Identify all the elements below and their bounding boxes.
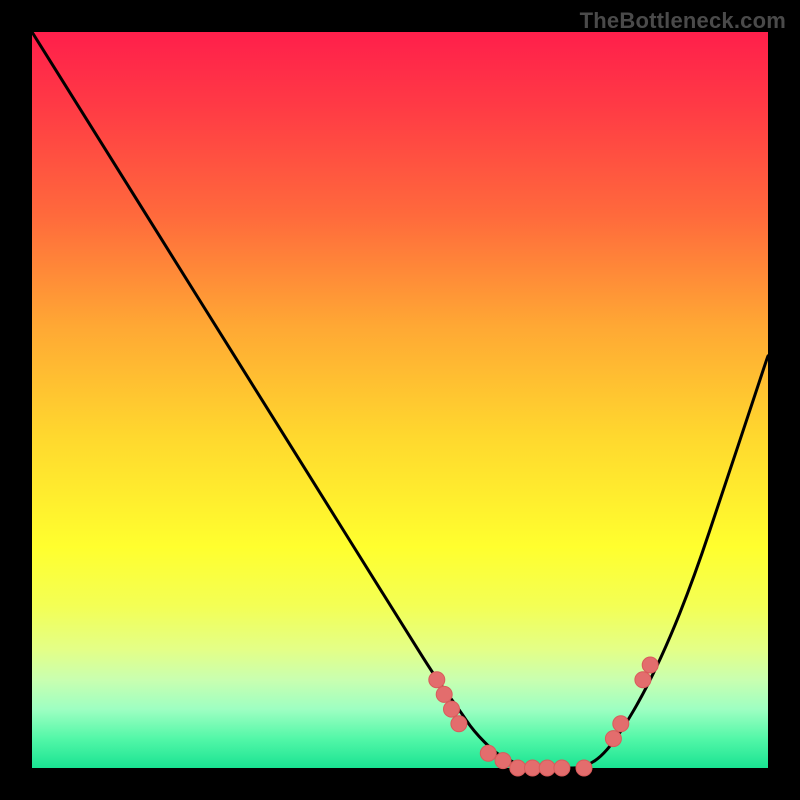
- curve-marker: [510, 760, 526, 776]
- curve-marker: [539, 760, 555, 776]
- curve-marker: [613, 716, 629, 732]
- curve-marker: [605, 731, 621, 747]
- curve-marker: [635, 672, 651, 688]
- curve-marker: [554, 760, 570, 776]
- watermark-text: TheBottleneck.com: [580, 8, 786, 34]
- curve-marker: [444, 701, 460, 717]
- curve-marker: [480, 745, 496, 761]
- plot-area: [32, 32, 768, 768]
- curve-marker: [642, 657, 658, 673]
- curve-markers: [429, 657, 658, 776]
- curve-marker: [576, 760, 592, 776]
- bottleneck-curve: [32, 32, 768, 768]
- curve-marker: [525, 760, 541, 776]
- curve-marker: [451, 716, 467, 732]
- curve-marker: [436, 686, 452, 702]
- curve-marker: [429, 672, 445, 688]
- chart-frame: TheBottleneck.com: [0, 0, 800, 800]
- chart-svg: [32, 32, 768, 768]
- curve-marker: [495, 753, 511, 769]
